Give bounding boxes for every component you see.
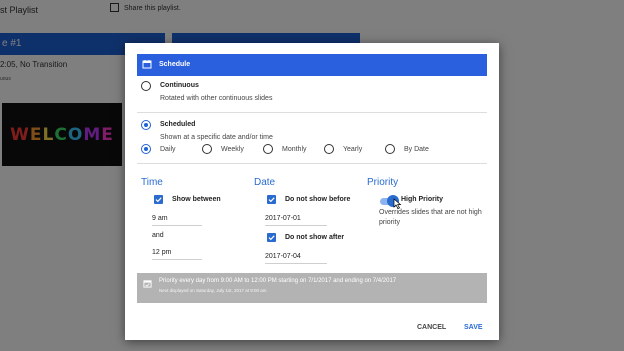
show-between-label: Show between <box>172 196 221 203</box>
not-before-label: Do not show before <box>285 196 351 203</box>
scheduled-description: Shown at a specific date and/or time <box>160 134 273 141</box>
end-time-input[interactable]: 12 pm <box>152 248 202 260</box>
daily-label: Daily <box>160 146 176 153</box>
monthly-label: Monthly <box>282 146 307 153</box>
by-date-label: By Date <box>404 146 429 153</box>
continuous-label: Continuous <box>160 82 199 89</box>
divider <box>137 163 487 164</box>
show-between-checkbox[interactable] <box>154 195 163 204</box>
save-button[interactable]: SAVE <box>464 324 483 331</box>
not-after-date-input[interactable]: 2017-07-04 <box>265 252 327 264</box>
weekly-label: Weekly <box>221 146 244 153</box>
scheduled-radio[interactable] <box>141 120 151 130</box>
start-time-input[interactable]: 9 am <box>152 214 202 226</box>
date-title: Date <box>254 177 276 188</box>
summary-next-displayed: Next displayed on Saturday, July 1st, 20… <box>159 288 267 293</box>
time-title: Time <box>141 177 163 188</box>
monthly-radio[interactable] <box>263 144 273 154</box>
schedule-dialog: Schedule Continuous Rotated with other c… <box>125 43 499 340</box>
not-before-checkbox[interactable] <box>267 195 276 204</box>
daily-radio[interactable] <box>141 144 151 154</box>
summary-text: Priority every day from 9:00 AM to 12:00… <box>159 278 397 284</box>
not-after-checkbox[interactable] <box>267 233 276 242</box>
not-after-label: Do not show after <box>285 234 345 241</box>
yearly-radio[interactable] <box>324 144 334 154</box>
schedule-title: Schedule <box>159 61 191 68</box>
by-date-radio[interactable] <box>385 144 395 154</box>
calendar-check-icon <box>143 280 152 288</box>
not-before-date-input[interactable]: 2017-07-01 <box>265 214 327 226</box>
weekly-radio[interactable] <box>202 144 212 154</box>
calendar-icon <box>142 60 152 69</box>
schedule-header: Schedule <box>137 54 487 76</box>
priority-description-line2: priority <box>379 219 401 226</box>
high-priority-label: High Priority <box>401 196 444 203</box>
scheduled-label: Scheduled <box>160 121 196 128</box>
priority-description-line1: Overrides slides that are not high <box>379 209 482 216</box>
divider <box>137 112 487 113</box>
yearly-label: Yearly <box>343 146 363 153</box>
schedule-summary: Priority every day from 9:00 AM to 12:00… <box>137 273 487 303</box>
cancel-button[interactable]: CANCEL <box>417 324 446 331</box>
continuous-radio[interactable] <box>141 81 151 91</box>
continuous-description: Rotated with other continuous slides <box>160 95 273 102</box>
and-label: and <box>152 232 164 239</box>
priority-title: Priority <box>367 177 399 188</box>
